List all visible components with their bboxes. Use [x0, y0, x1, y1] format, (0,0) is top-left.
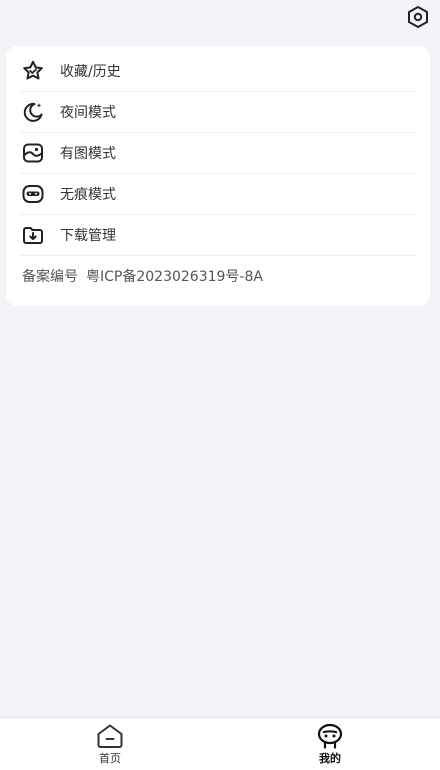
- settings-hex-icon: [408, 6, 428, 28]
- moon-icon: [20, 99, 46, 125]
- settings-button[interactable]: [404, 3, 432, 31]
- tab-profile[interactable]: 我的: [220, 718, 440, 770]
- tab-label: 首页: [99, 751, 121, 765]
- image-icon: [20, 140, 46, 166]
- icp-number[interactable]: 粤ICP备2023026319号-8A: [86, 266, 263, 286]
- download-folder-icon: [20, 222, 46, 248]
- menu-item-night-mode[interactable]: 夜间模式: [20, 92, 416, 133]
- menu-item-label: 无痕模式: [60, 187, 116, 203]
- mask-icon: [20, 181, 46, 207]
- menu-item-favorites-history[interactable]: 收藏/历史: [20, 51, 416, 92]
- menu-item-image-mode[interactable]: 有图模式: [20, 133, 416, 174]
- menu-item-label: 收藏/历史: [60, 64, 121, 80]
- home-icon: [95, 723, 125, 749]
- top-bar: [0, 0, 440, 36]
- icp-record: 备案编号 粤ICP备2023026319号-8A: [20, 256, 416, 296]
- menu-item-download-manager[interactable]: 下载管理: [20, 215, 416, 256]
- icp-label: 备案编号: [22, 269, 78, 285]
- tab-label: 我的: [319, 751, 341, 765]
- tab-home[interactable]: 首页: [0, 718, 220, 770]
- star-icon: [20, 58, 46, 84]
- menu-item-label: 有图模式: [60, 146, 116, 162]
- profile-icon: [315, 723, 345, 749]
- menu-item-incognito-mode[interactable]: 无痕模式: [20, 174, 416, 215]
- menu-card: 收藏/历史 夜间模式 有图模式 无痕模式 下载管理 备案编号 粤ICP备2023…: [6, 46, 430, 306]
- bottom-tab-bar: 首页 我的: [0, 717, 440, 770]
- menu-item-label: 夜间模式: [60, 105, 116, 121]
- menu-item-label: 下载管理: [60, 228, 116, 244]
